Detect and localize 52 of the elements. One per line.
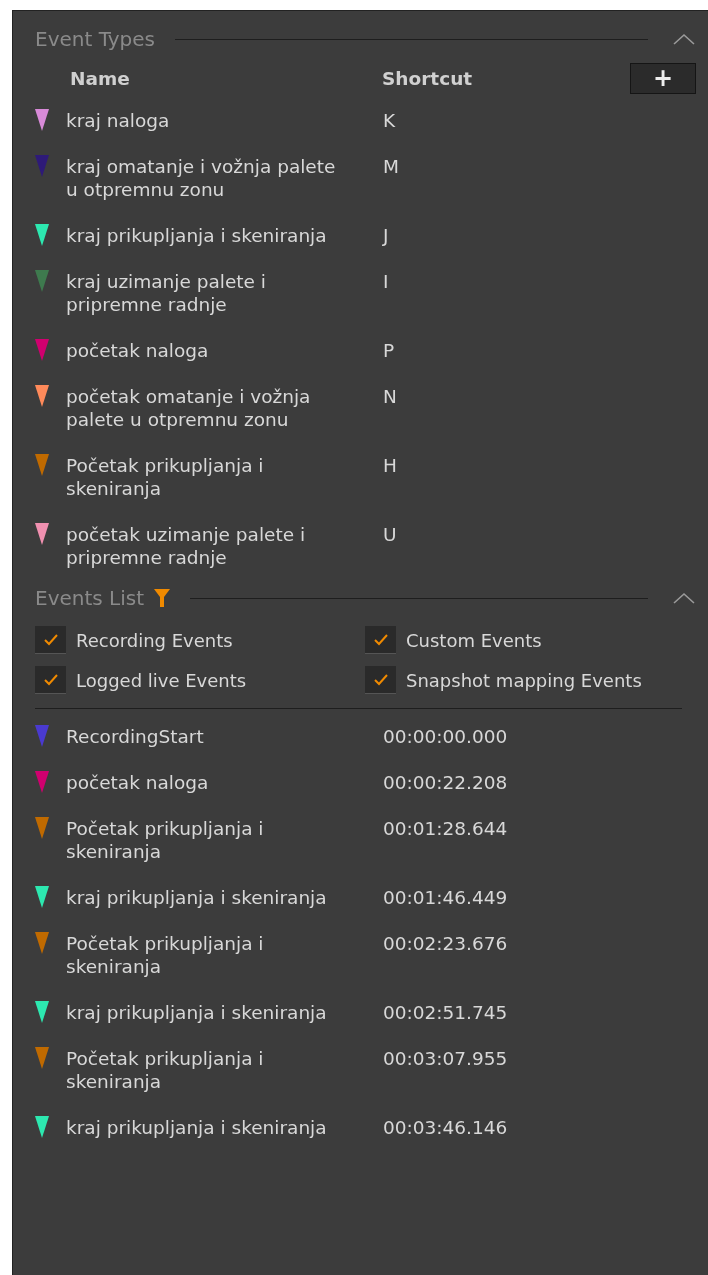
column-header: Shortcut: [381, 66, 474, 90]
checkbox[interactable]: [35, 626, 66, 654]
event-time: 00:00:22.208: [382, 771, 509, 794]
checkbox[interactable]: [35, 666, 66, 694]
event-type-name: kraj omatanje i vožnja palete u otpremnu zonu: [66, 155, 337, 201]
event-time: 00:01:46.449: [382, 886, 509, 909]
checkbox[interactable]: [365, 666, 396, 694]
event-type-name: kraj naloga: [66, 109, 171, 132]
event-time: 00:02:51.745: [382, 1001, 509, 1024]
shortcut-key: I: [351, 270, 696, 293]
event-name: kraj prikupljanja i skeniranja: [66, 1001, 328, 1024]
filter-checkbox[interactable]: Snapshot mapping Events: [365, 666, 696, 694]
event-type-name: početak uzimanje palete i pripremne radnje: [66, 523, 307, 569]
collapse-icon[interactable]: [672, 591, 696, 605]
event-name: početak naloga: [66, 771, 210, 794]
event-type-name: početak naloga: [66, 339, 210, 362]
event-name: Početak prikupljanja i skeniranja: [66, 1047, 265, 1093]
shortcut-key: H: [351, 454, 696, 477]
filter-checkbox[interactable]: Logged live Events: [35, 666, 365, 694]
filter-icon[interactable]: [154, 589, 171, 607]
event-type-name: kraj prikupljanja i skeniranja: [66, 224, 328, 247]
shortcut-key: K: [351, 109, 696, 132]
shortcut-key: P: [351, 339, 696, 362]
event-time: 00:03:07.955: [382, 1047, 509, 1070]
check-icon: [43, 673, 58, 686]
checkbox[interactable]: [365, 626, 396, 654]
event-time: 00:03:46.146: [382, 1116, 509, 1139]
event-name: kraj prikupljanja i skeniranja: [66, 1116, 328, 1139]
event-type-name: kraj uzimanje palete i pripremne radnje: [66, 270, 267, 316]
check-icon: [373, 673, 388, 686]
check-icon: [43, 633, 58, 646]
shortcut-key: M: [351, 155, 696, 178]
shortcut-key: U: [351, 523, 696, 546]
check-icon: [373, 633, 388, 646]
event-time: 00:02:23.676: [382, 932, 509, 955]
event-name: Početak prikupljanja i skeniranja: [66, 817, 265, 863]
section-title: Event Types: [35, 27, 155, 51]
filter-checkbox[interactable]: Custom Events: [365, 626, 696, 654]
shortcut-key: N: [351, 385, 696, 408]
event-type-name: početak omatanje i vožnja palete u otpremnu zonu: [66, 385, 312, 431]
event-time: 00:01:28.644: [382, 817, 509, 840]
event-name: kraj prikupljanja i skeniranja: [66, 886, 328, 909]
event-type-name: Početak prikupljanja i skeniranja: [66, 454, 265, 500]
event-name: RecordingStart: [66, 725, 205, 748]
event-name: Početak prikupljanja i skeniranja: [66, 932, 265, 978]
shortcut-key: J: [351, 224, 696, 247]
section-title: Events List: [35, 586, 145, 610]
add-button[interactable]: +: [630, 62, 696, 94]
event-time: 00:00:00.000: [382, 725, 509, 748]
collapse-icon[interactable]: [672, 32, 696, 46]
column-header: Name: [70, 66, 131, 90]
filter-checkbox[interactable]: Recording Events: [35, 626, 365, 654]
